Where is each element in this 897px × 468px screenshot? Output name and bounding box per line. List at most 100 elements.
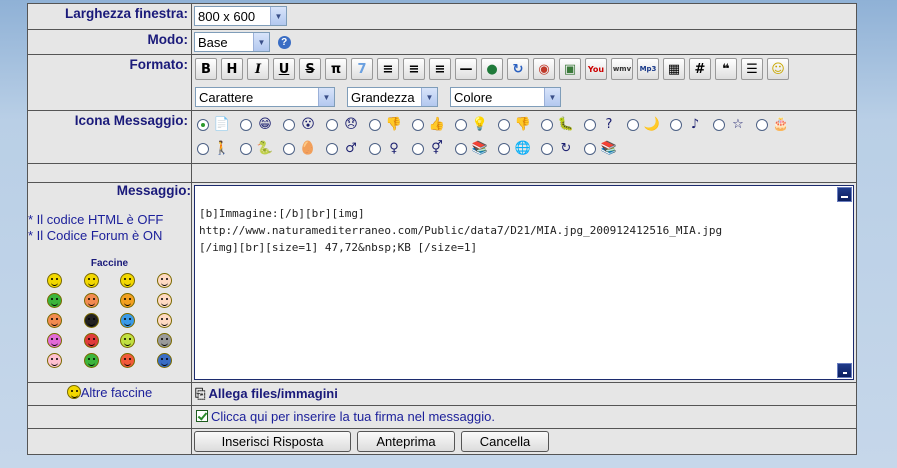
message-icon-radio[interactable] <box>584 118 596 131</box>
typewriter-button[interactable]: 7 <box>351 58 373 81</box>
smiley-icon[interactable] <box>83 352 99 368</box>
align-center-button[interactable]: ≡ <box>403 58 425 81</box>
smiley-icon[interactable] <box>83 292 99 308</box>
underline-button[interactable]: U <box>273 58 295 81</box>
youtube-icon[interactable]: You <box>585 58 607 81</box>
size-select-value: Grandezza <box>351 89 415 105</box>
message-textarea[interactable]: [b]Immagine:[/b][br][img] http://www.natu… <box>194 184 854 380</box>
message-icon-radio[interactable] <box>455 118 467 131</box>
spacer-cell <box>191 162 857 183</box>
preview-button[interactable]: Anteprima <box>357 430 455 452</box>
smiley-icon[interactable] <box>157 312 173 328</box>
message-icon-radio[interactable] <box>498 142 510 155</box>
message-icon-radio[interactable] <box>713 118 725 131</box>
message-icon-radio[interactable] <box>240 118 252 131</box>
message-icon-radio[interactable] <box>584 142 596 155</box>
message-icon-radio[interactable] <box>197 142 209 155</box>
hr-button[interactable]: — <box>455 58 477 81</box>
smiley-icon[interactable]: ☺ <box>767 58 789 81</box>
more-smileys-label: Altre faccine <box>80 384 153 400</box>
message-icon-radio[interactable] <box>455 142 467 155</box>
chevron-down-icon: ▼ <box>253 33 269 52</box>
smiley-icon[interactable] <box>46 352 62 368</box>
pi-button[interactable]: π <box>325 58 347 81</box>
message-icon-radio[interactable] <box>326 118 338 131</box>
cancel-button[interactable]: Cancella <box>461 430 549 452</box>
resize-handle[interactable] <box>837 362 852 378</box>
smiley-icon[interactable] <box>83 272 99 288</box>
smiley-icon[interactable] <box>120 332 136 348</box>
window-width-label: Larghezza finestra: <box>27 2 192 31</box>
size-select[interactable]: Grandezza ▼ <box>347 87 438 108</box>
message-icon-radio[interactable] <box>240 142 252 155</box>
message-icons-row-1: 📄 😁 😮 😞 👎 👍 💡 👎 🐛? 🌙 ♪ ☆ 🎂 <box>192 111 856 135</box>
mode-select[interactable]: Base ▼ <box>194 32 270 53</box>
smiley-icon[interactable] <box>83 332 99 348</box>
message-icon-radio[interactable] <box>756 118 768 131</box>
list-icon[interactable]: ☰ <box>741 58 763 81</box>
smiley-icon[interactable] <box>46 332 62 348</box>
snake-icon: 🐍 <box>256 141 274 157</box>
align-right-button[interactable]: ≡ <box>429 58 451 81</box>
spacer-cell <box>27 162 192 183</box>
thumbs-down-icon: 👎 <box>385 117 403 133</box>
message-icon-radio[interactable] <box>412 142 424 155</box>
scroll-up-button[interactable] <box>837 186 852 202</box>
document-icon: 📄 <box>213 117 231 133</box>
smiley-icon[interactable] <box>46 292 62 308</box>
attach-files-link[interactable]: ⎘ Allega files/immagini <box>191 381 857 406</box>
email-icon[interactable]: ◉ <box>533 58 555 81</box>
smiley-icon[interactable] <box>157 292 173 308</box>
smiley-icon[interactable] <box>120 352 136 368</box>
message-icon-radio[interactable] <box>283 142 295 155</box>
smiley-icon[interactable] <box>157 352 173 368</box>
mp3-icon[interactable]: Mp3 <box>637 58 659 81</box>
message-line: http://www.naturamediterraneo.com/Public… <box>199 223 723 237</box>
signature-checkbox[interactable] <box>196 409 208 422</box>
smiley-icon[interactable] <box>83 312 99 328</box>
submit-reply-button[interactable]: Inserisci Risposta <box>194 430 351 452</box>
message-icon-radio[interactable] <box>412 118 424 131</box>
more-smileys-link[interactable]: Altre faccine <box>27 381 192 406</box>
heading-button[interactable]: H <box>221 58 243 81</box>
message-icon-radio[interactable] <box>541 142 553 155</box>
message-icon-radio[interactable] <box>541 118 553 131</box>
link-icon[interactable]: ↻ <box>507 58 529 81</box>
bold-button[interactable]: B <box>195 58 217 81</box>
message-icon-radio[interactable] <box>369 142 381 155</box>
align-left-button[interactable]: ≡ <box>377 58 399 81</box>
smiley-icon[interactable] <box>46 312 62 328</box>
window-width-select[interactable]: 800 x 600 ▼ <box>194 6 287 26</box>
table-icon[interactable]: ▦ <box>663 58 685 81</box>
wmv-icon[interactable]: wmv <box>611 58 633 81</box>
color-select[interactable]: Colore ▼ <box>450 87 561 108</box>
egg-icon: 🥚 <box>299 141 317 157</box>
smiley-icon[interactable] <box>120 272 136 288</box>
globe-icon[interactable]: ● <box>481 58 503 81</box>
help-icon[interactable]: ? <box>277 35 291 49</box>
signature-label[interactable]: Clicca qui per inserire la tua firma nel… <box>211 409 495 424</box>
code-icon[interactable]: # <box>689 58 711 81</box>
italic-button[interactable]: I <box>247 58 269 81</box>
smiley-icon[interactable] <box>46 272 62 288</box>
window-width-value: 800 x 600 <box>198 8 256 24</box>
message-icon-radio[interactable] <box>326 142 338 155</box>
smiley-icon[interactable] <box>157 332 173 348</box>
message-icon-radio[interactable] <box>498 118 510 131</box>
message-icon-radio[interactable] <box>369 118 381 131</box>
chevron-down-icon: ▼ <box>270 7 286 25</box>
star-icon: ☆ <box>732 117 744 133</box>
font-select[interactable]: Carattere ▼ <box>195 87 335 108</box>
strike-button[interactable]: S <box>299 58 321 81</box>
smiley-icon[interactable] <box>120 292 136 308</box>
smiley-icon[interactable] <box>157 272 173 288</box>
message-icon-radio[interactable] <box>283 118 295 131</box>
quote-icon[interactable]: ❝ <box>715 58 737 81</box>
sad-icon: 😞 <box>344 117 358 133</box>
message-icon-radio[interactable] <box>670 118 682 131</box>
smiley-icon[interactable] <box>120 312 136 328</box>
message-icon-radio[interactable] <box>197 118 209 131</box>
laughing-icon: 😁 <box>258 117 272 133</box>
image-icon[interactable]: ▣ <box>559 58 581 81</box>
message-icon-radio[interactable] <box>627 118 639 131</box>
